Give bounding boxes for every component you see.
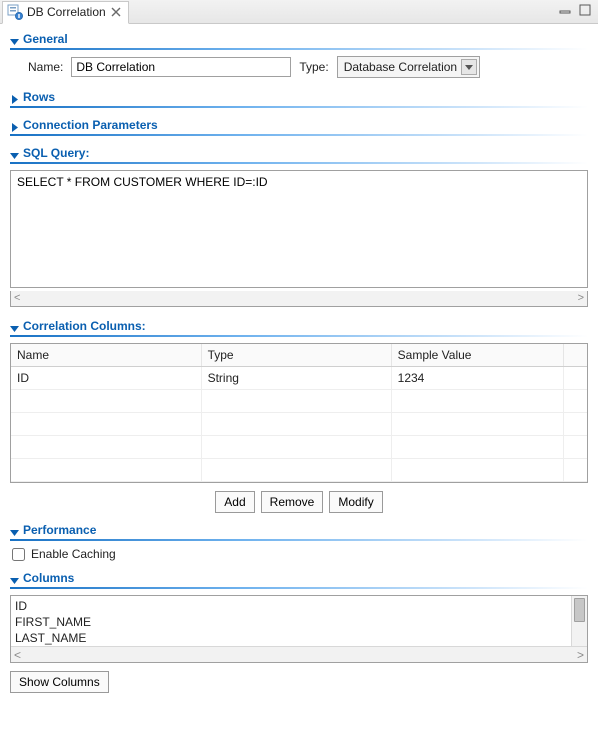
triangle-right-icon [10, 121, 19, 130]
divider [10, 48, 588, 50]
enable-caching-checkbox[interactable] [12, 548, 25, 561]
section-connection-header[interactable]: Connection Parameters [10, 114, 588, 134]
tab-bar: DB Correlation [0, 0, 598, 24]
modify-button[interactable]: Modify [329, 491, 382, 513]
correlation-table: Name Type Sample Value ID String 1234 [10, 343, 588, 483]
triangle-down-icon [10, 35, 19, 44]
type-combo[interactable]: Database Correlation [337, 56, 480, 78]
scroll-left-icon: < [14, 293, 20, 304]
scroll-right-icon: > [578, 293, 584, 304]
section-sql-header[interactable]: SQL Query: [10, 142, 588, 162]
cell-sample: 1234 [391, 367, 564, 390]
chevron-down-icon [461, 59, 477, 75]
db-correlation-icon [7, 4, 23, 20]
divider [10, 162, 588, 164]
remove-button[interactable]: Remove [261, 491, 324, 513]
enable-caching-label: Enable Caching [31, 547, 116, 561]
columns-listbox[interactable]: ID FIRST_NAME LAST_NAME ADDRESS < > [10, 595, 588, 663]
col-header-sample[interactable]: Sample Value [391, 344, 564, 367]
section-correlation-header[interactable]: Correlation Columns: [10, 315, 588, 335]
section-connection-title: Connection Parameters [23, 118, 158, 132]
triangle-down-icon [10, 149, 19, 158]
cell-name: ID [11, 367, 201, 390]
divider [10, 106, 588, 108]
scroll-left-icon: < [14, 648, 21, 662]
section-sql-title: SQL Query: [23, 146, 89, 160]
list-item[interactable]: LAST_NAME [15, 630, 567, 646]
sql-query-textarea[interactable] [10, 170, 588, 288]
divider [10, 539, 588, 541]
table-row[interactable] [11, 436, 587, 459]
scroll-right-icon: > [577, 648, 584, 662]
columns-vertical-scrollbar[interactable] [571, 596, 587, 646]
general-form-row: Name: Type: Database Correlation [28, 56, 588, 78]
scrollbar-thumb[interactable] [574, 598, 585, 622]
section-rows-title: Rows [23, 90, 55, 104]
columns-horizontal-scrollbar[interactable]: < > [11, 646, 587, 662]
section-columns-header[interactable]: Columns [10, 567, 588, 587]
section-correlation-title: Correlation Columns: [23, 319, 146, 333]
section-general-title: General [23, 32, 68, 46]
divider [10, 335, 588, 337]
divider [10, 134, 588, 136]
triangle-down-icon [10, 574, 19, 583]
tab-title: DB Correlation [27, 5, 106, 19]
section-performance-title: Performance [23, 523, 96, 537]
col-header-name[interactable]: Name [11, 344, 201, 367]
divider [10, 587, 588, 589]
col-header-filler [564, 344, 587, 367]
table-row[interactable]: ID String 1234 [11, 367, 587, 390]
close-icon[interactable] [110, 6, 122, 18]
show-columns-button[interactable]: Show Columns [10, 671, 109, 693]
cell-type: String [201, 367, 391, 390]
list-item[interactable]: FIRST_NAME [15, 614, 567, 630]
name-input[interactable] [71, 57, 291, 77]
table-row[interactable] [11, 390, 587, 413]
editor-controls [558, 3, 592, 17]
add-button[interactable]: Add [215, 491, 254, 513]
type-label: Type: [299, 60, 328, 74]
triangle-down-icon [10, 322, 19, 331]
sql-horizontal-scrollbar[interactable]: < > [10, 291, 588, 307]
minimize-icon[interactable] [558, 3, 572, 17]
type-combo-value: Database Correlation [344, 60, 457, 74]
tab-db-correlation[interactable]: DB Correlation [2, 1, 129, 24]
name-label: Name: [28, 60, 63, 74]
triangle-right-icon [10, 93, 19, 102]
table-row[interactable] [11, 413, 587, 436]
table-row[interactable] [11, 459, 587, 482]
col-header-type[interactable]: Type [201, 344, 391, 367]
section-general-header[interactable]: General [10, 28, 588, 48]
maximize-icon[interactable] [578, 3, 592, 17]
triangle-down-icon [10, 526, 19, 535]
list-item[interactable]: ID [15, 598, 567, 614]
section-rows-header[interactable]: Rows [10, 86, 588, 106]
section-performance-header[interactable]: Performance [10, 519, 588, 539]
section-columns-title: Columns [23, 571, 74, 585]
